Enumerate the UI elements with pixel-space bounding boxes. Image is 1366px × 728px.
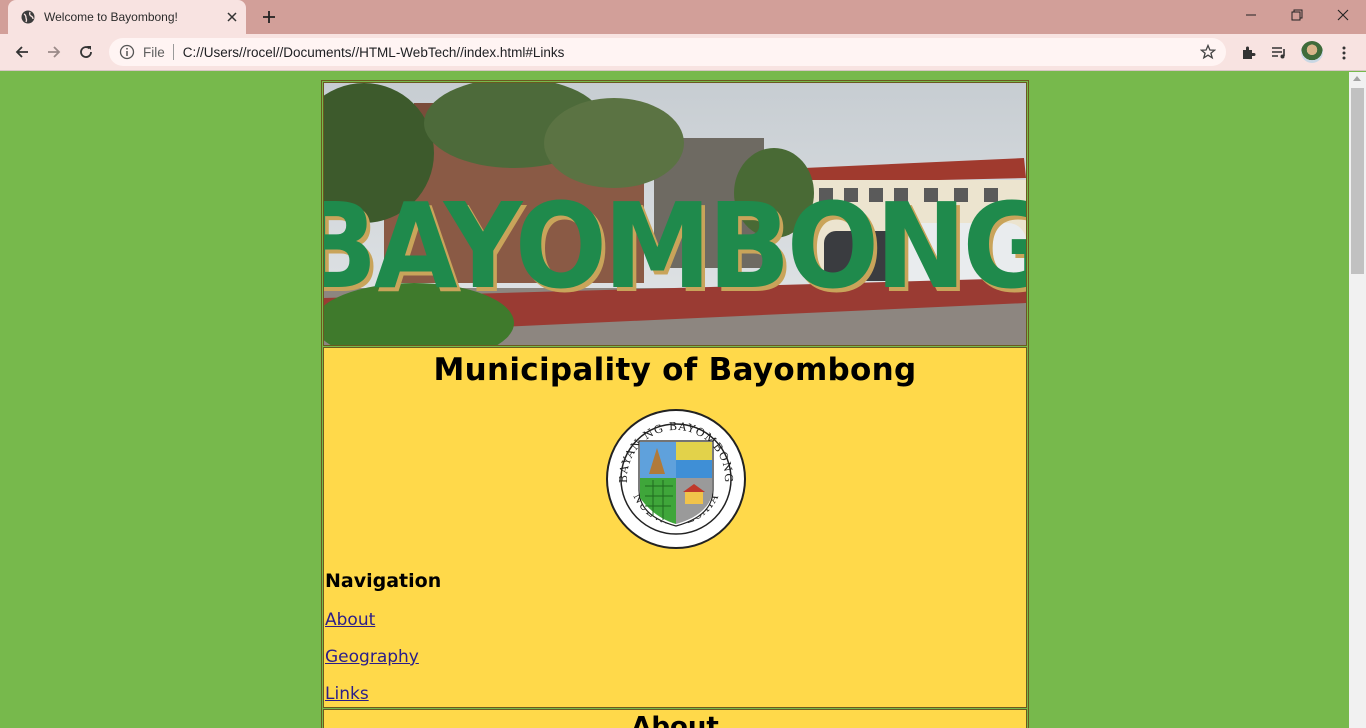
page-viewport: BAYOMBONG BAYOMBONG Municipality of Bayo…	[0, 72, 1349, 728]
menu-icon[interactable]	[1334, 43, 1354, 63]
nav-link-links[interactable]: Links	[325, 684, 369, 704]
minimize-button[interactable]	[1228, 0, 1274, 30]
extensions-icon[interactable]	[1238, 43, 1258, 63]
close-tab-icon[interactable]	[224, 9, 240, 25]
profile-avatar[interactable]	[1301, 41, 1323, 63]
url-text[interactable]: C://Users//rocel//Documents//HTML-WebTec…	[183, 45, 565, 60]
info-icon[interactable]	[119, 44, 135, 60]
address-bar[interactable]: File C://Users//rocel//Documents//HTML-W…	[109, 38, 1226, 66]
about-section-title: About	[631, 712, 719, 728]
about-section-cell: About	[323, 709, 1027, 728]
tab-strip: Welcome to Bayombong!	[0, 0, 1366, 34]
browser-tab[interactable]: Welcome to Bayombong!	[8, 0, 246, 34]
media-control-icon[interactable]	[1269, 43, 1289, 63]
browser-toolbar: File C://Users//rocel//Documents//HTML-W…	[0, 34, 1366, 71]
forward-button[interactable]	[42, 40, 66, 64]
page-scrollbar[interactable]	[1349, 72, 1366, 728]
municipal-seal: BAYAN NG BAYOMBONG NUEVA VIZCAYA	[605, 408, 747, 550]
tab-title: Welcome to Bayombong!	[44, 10, 178, 24]
banner-image: BAYOMBONG BAYOMBONG	[323, 82, 1027, 346]
reload-button[interactable]	[74, 40, 98, 64]
close-window-button[interactable]	[1320, 0, 1366, 30]
url-separator	[172, 44, 174, 60]
globe-icon	[21, 10, 35, 24]
new-tab-button[interactable]	[259, 7, 279, 27]
restore-button[interactable]	[1274, 0, 1320, 30]
scrollbar-thumb[interactable]	[1351, 88, 1364, 274]
nav-link-geography[interactable]: Geography	[325, 647, 419, 667]
back-button[interactable]	[10, 40, 34, 64]
url-scheme: File	[143, 44, 165, 60]
banner-sign-text: BAYOMBONG	[324, 178, 1026, 315]
page-title: Municipality of Bayombong	[433, 352, 917, 388]
nav-link-about[interactable]: About	[325, 610, 375, 630]
bookmark-star-icon[interactable]	[1200, 44, 1216, 60]
header-cell: Municipality of Bayombong BAYAN NG BAYOM…	[323, 347, 1027, 708]
layout-table: BAYOMBONG BAYOMBONG Municipality of Bayo…	[321, 80, 1029, 728]
scroll-up-arrow-icon[interactable]	[1353, 76, 1361, 81]
navigation-heading: Navigation	[325, 570, 442, 592]
